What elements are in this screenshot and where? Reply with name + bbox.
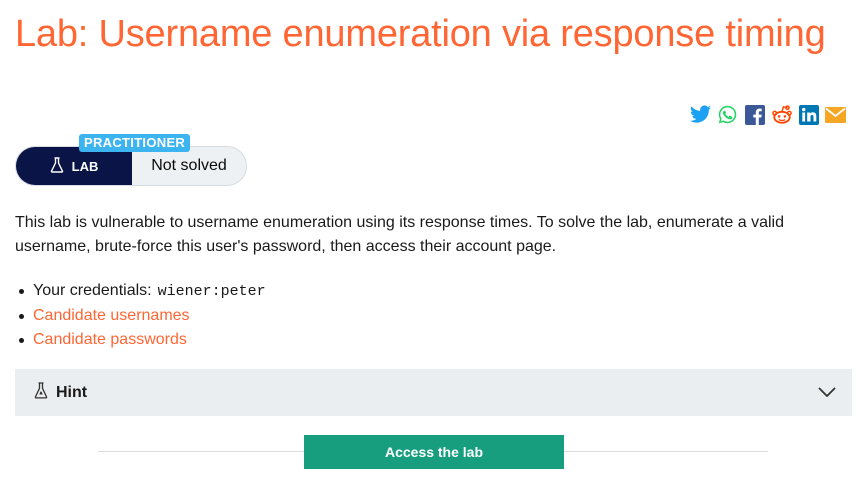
linkedin-icon[interactable] [797, 103, 820, 126]
list-item: Your credentials: wiener:peter [15, 279, 266, 304]
lab-details-list: Your credentials: wiener:peter Candidate … [15, 279, 266, 352]
reddit-icon[interactable] [770, 103, 793, 126]
lab-type-label: LAB [71, 158, 99, 174]
page-title: Lab: Username enumeration via response t… [15, 13, 826, 55]
share-bar [689, 103, 847, 126]
candidate-usernames-link[interactable]: Candidate usernames [33, 307, 190, 324]
lab-type-segment: LAB [16, 147, 132, 185]
facebook-icon[interactable] [743, 103, 766, 126]
whatsapp-icon[interactable] [716, 103, 739, 126]
hint-accordion[interactable]: Hint [15, 369, 852, 416]
practitioner-badge: PRACTITIONER [79, 134, 191, 152]
lab-status-label: Not solved [151, 157, 227, 174]
flask-icon [34, 381, 48, 404]
twitter-icon[interactable] [689, 103, 712, 126]
email-icon[interactable] [824, 103, 847, 126]
list-item: Candidate passwords [15, 328, 266, 352]
list-item: Candidate usernames [15, 304, 266, 328]
credentials-value: wiener:peter [157, 283, 266, 300]
flask-icon [50, 156, 64, 176]
access-lab-button[interactable]: Access the lab [304, 435, 564, 469]
credentials-label: Your credentials: [33, 282, 152, 299]
candidate-passwords-link[interactable]: Candidate passwords [33, 331, 187, 348]
hint-label: Hint [56, 383, 88, 401]
lab-description: This lab is vulnerable to username enume… [15, 214, 785, 255]
lab-status-pill: LAB Not solved [15, 146, 247, 186]
chevron-down-icon[interactable] [818, 384, 836, 402]
